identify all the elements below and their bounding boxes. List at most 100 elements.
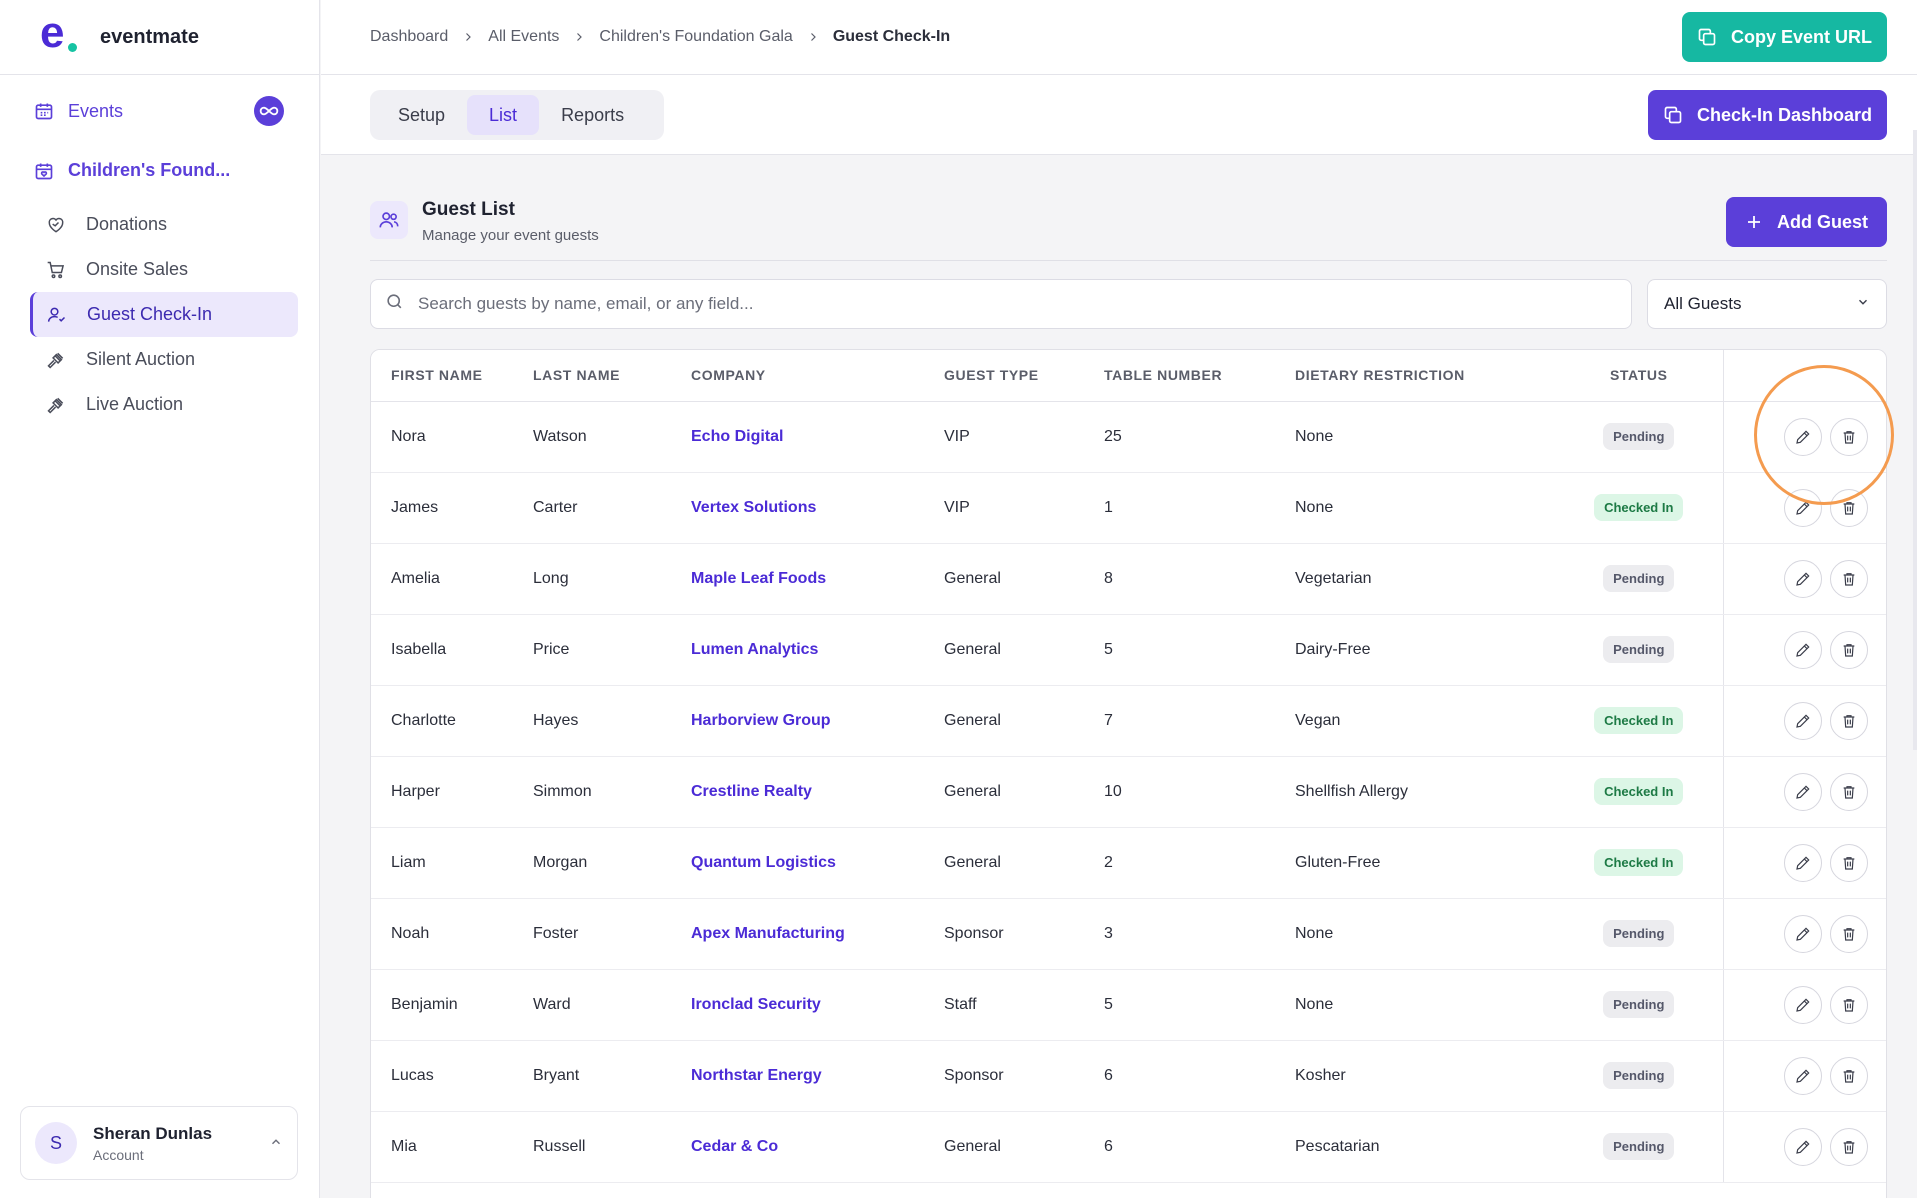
- edit-button[interactable]: [1784, 1056, 1822, 1095]
- heart-handshake-icon: [46, 215, 70, 235]
- cell-table-number: 5: [1104, 614, 1295, 686]
- brand-logo-dot: [68, 43, 77, 52]
- sidebar-item-events[interactable]: Events: [28, 92, 298, 130]
- sidebar-item-label: Guest Check-In: [87, 304, 213, 324]
- delete-button[interactable]: [1830, 1127, 1868, 1166]
- copy-event-url-button[interactable]: Copy Event URL: [1682, 12, 1887, 62]
- chevron-up-icon[interactable]: [269, 1135, 283, 1154]
- breadcrumb-item-dashboard[interactable]: Dashboard: [370, 28, 448, 46]
- edit-button[interactable]: [1784, 701, 1822, 740]
- delete-button[interactable]: [1830, 701, 1868, 740]
- table-row[interactable]: Harper Simmon Crestline Realty General 1…: [371, 756, 1886, 828]
- guest-filter-value: All Guests: [1664, 294, 1742, 313]
- column-header-actions: [1722, 350, 1886, 402]
- table-row[interactable]: Noah Foster Apex Manufacturing Sponsor 3…: [371, 898, 1886, 970]
- cell-company-link[interactable]: Apex Manufacturing: [691, 898, 944, 970]
- delete-button[interactable]: [1830, 417, 1868, 456]
- breadcrumb-item-event[interactable]: Children's Foundation Gala: [599, 28, 792, 46]
- row-actions: [1724, 1127, 1887, 1166]
- delete-button[interactable]: [1830, 843, 1868, 882]
- cell-company-link[interactable]: Ironclad Security: [691, 969, 944, 1041]
- cell-company-link[interactable]: Harborview Group: [691, 685, 944, 757]
- cell-guest-type: General: [944, 543, 1104, 615]
- tab-reports[interactable]: Reports: [539, 95, 646, 135]
- breadcrumb-item-all-events[interactable]: All Events: [488, 28, 559, 46]
- cell-company-link[interactable]: Lumen Analytics: [691, 614, 944, 686]
- cell-last-name: Russell: [533, 1111, 691, 1183]
- copy-event-url-label: Copy Event URL: [1730, 26, 1872, 47]
- edit-button[interactable]: [1784, 843, 1822, 882]
- account-menu[interactable]: S Sheran Dunlas Account: [20, 1106, 298, 1180]
- row-actions: [1724, 1056, 1887, 1095]
- sidebar-item-onsite-sales[interactable]: Onsite Sales: [30, 247, 298, 292]
- infinity-icon[interactable]: [254, 96, 284, 126]
- check-in-dashboard-button[interactable]: Check-In Dashboard: [1648, 90, 1887, 140]
- sidebar-item-silent-auction[interactable]: Silent Auction: [30, 337, 298, 382]
- delete-button[interactable]: [1830, 1056, 1868, 1095]
- table-row[interactable]: Liam Morgan Quantum Logistics General 2 …: [371, 827, 1886, 899]
- table-row[interactable]: Mia Russell Cedar & Co General 6 Pescata…: [371, 1111, 1887, 1183]
- column-header-company[interactable]: COMPANY: [691, 350, 944, 402]
- cell-status: Pending: [1555, 614, 1723, 686]
- edit-button[interactable]: [1784, 1127, 1822, 1166]
- edit-button[interactable]: [1784, 559, 1822, 598]
- edit-button[interactable]: [1784, 630, 1822, 669]
- guest-list-header: Guest List Manage your event guests Add …: [370, 197, 1887, 257]
- search-input[interactable]: [418, 294, 1631, 314]
- table-row[interactable]: Isabella Price Lumen Analytics General 5…: [371, 614, 1886, 686]
- delete-button[interactable]: [1830, 559, 1868, 598]
- pencil-icon: [1796, 642, 1810, 657]
- cell-company-link[interactable]: Echo Digital: [691, 401, 944, 473]
- cell-company-link[interactable]: Maple Leaf Foods: [691, 543, 944, 615]
- sidebar-event-title[interactable]: Children's Found...: [28, 160, 230, 181]
- edit-button[interactable]: [1784, 985, 1822, 1024]
- pencil-icon: [1796, 1139, 1810, 1154]
- table-row[interactable]: Amelia Long Maple Leaf Foods General 8 V…: [371, 543, 1886, 615]
- cell-first-name: Charlotte: [371, 685, 533, 757]
- column-header-dietary-restriction[interactable]: DIETARY RESTRICTION: [1295, 350, 1555, 402]
- add-guest-button[interactable]: Add Guest: [1726, 197, 1887, 247]
- sidebar-item-guest-check-in[interactable]: Guest Check-In: [30, 292, 298, 337]
- cell-company-link[interactable]: Northstar Energy: [691, 1040, 944, 1112]
- edit-button[interactable]: [1784, 417, 1822, 456]
- column-header-status[interactable]: STATUS: [1555, 350, 1723, 402]
- tab-list[interactable]: List: [467, 95, 540, 135]
- column-header-table-number[interactable]: TABLE NUMBER: [1104, 350, 1295, 402]
- brand[interactable]: e eventmate: [0, 0, 319, 75]
- delete-button[interactable]: [1830, 488, 1868, 527]
- cell-table-number: 8: [1104, 543, 1295, 615]
- plus-icon: [1745, 213, 1763, 231]
- sidebar-item-donations[interactable]: Donations: [30, 202, 298, 247]
- column-header-first-name[interactable]: FIRST NAME: [371, 350, 533, 402]
- delete-button[interactable]: [1830, 914, 1868, 953]
- table-row[interactable]: James Carter Vertex Solutions VIP 1 None…: [371, 472, 1886, 544]
- cell-company-link[interactable]: Vertex Solutions: [691, 472, 944, 544]
- table-row[interactable]: Nora Watson Echo Digital VIP 25 None Pen…: [371, 401, 1886, 473]
- cell-company-link[interactable]: Quantum Logistics: [691, 827, 944, 899]
- guest-table: FIRST NAME LAST NAME COMPANY GUEST TYPE …: [370, 349, 1887, 1198]
- sidebar-item-live-auction[interactable]: Live Auction: [30, 382, 298, 427]
- cell-actions: [1722, 1111, 1887, 1183]
- table-row[interactable]: Benjamin Ward Ironclad Security Staff 5 …: [371, 969, 1886, 1041]
- cell-company-link[interactable]: Crestline Realty: [691, 756, 944, 828]
- column-header-guest-type[interactable]: GUEST TYPE: [944, 350, 1104, 402]
- edit-button[interactable]: [1784, 914, 1822, 953]
- delete-button[interactable]: [1830, 985, 1868, 1024]
- cell-company-link[interactable]: Cedar & Co: [691, 1111, 944, 1183]
- table-row[interactable]: Charlotte Hayes Harborview Group General…: [371, 685, 1886, 757]
- pencil-icon: [1796, 1068, 1810, 1083]
- delete-button[interactable]: [1830, 630, 1868, 669]
- cell-dietary-restriction: Vegan: [1295, 685, 1555, 757]
- cell-guest-type: Sponsor: [944, 898, 1104, 970]
- column-header-last-name[interactable]: LAST NAME: [533, 350, 691, 402]
- scrollbar[interactable]: [1913, 130, 1917, 750]
- edit-button[interactable]: [1784, 772, 1822, 811]
- guest-filter-select[interactable]: All Guests: [1647, 279, 1887, 329]
- edit-button[interactable]: [1784, 488, 1822, 527]
- cell-first-name: Liam: [371, 827, 533, 899]
- tab-setup[interactable]: Setup: [376, 95, 467, 135]
- table-row[interactable]: Lucas Bryant Northstar Energy Sponsor 6 …: [371, 1040, 1887, 1112]
- cell-last-name: Ward: [533, 969, 691, 1041]
- delete-button[interactable]: [1830, 772, 1868, 811]
- search-icon: [385, 292, 404, 316]
